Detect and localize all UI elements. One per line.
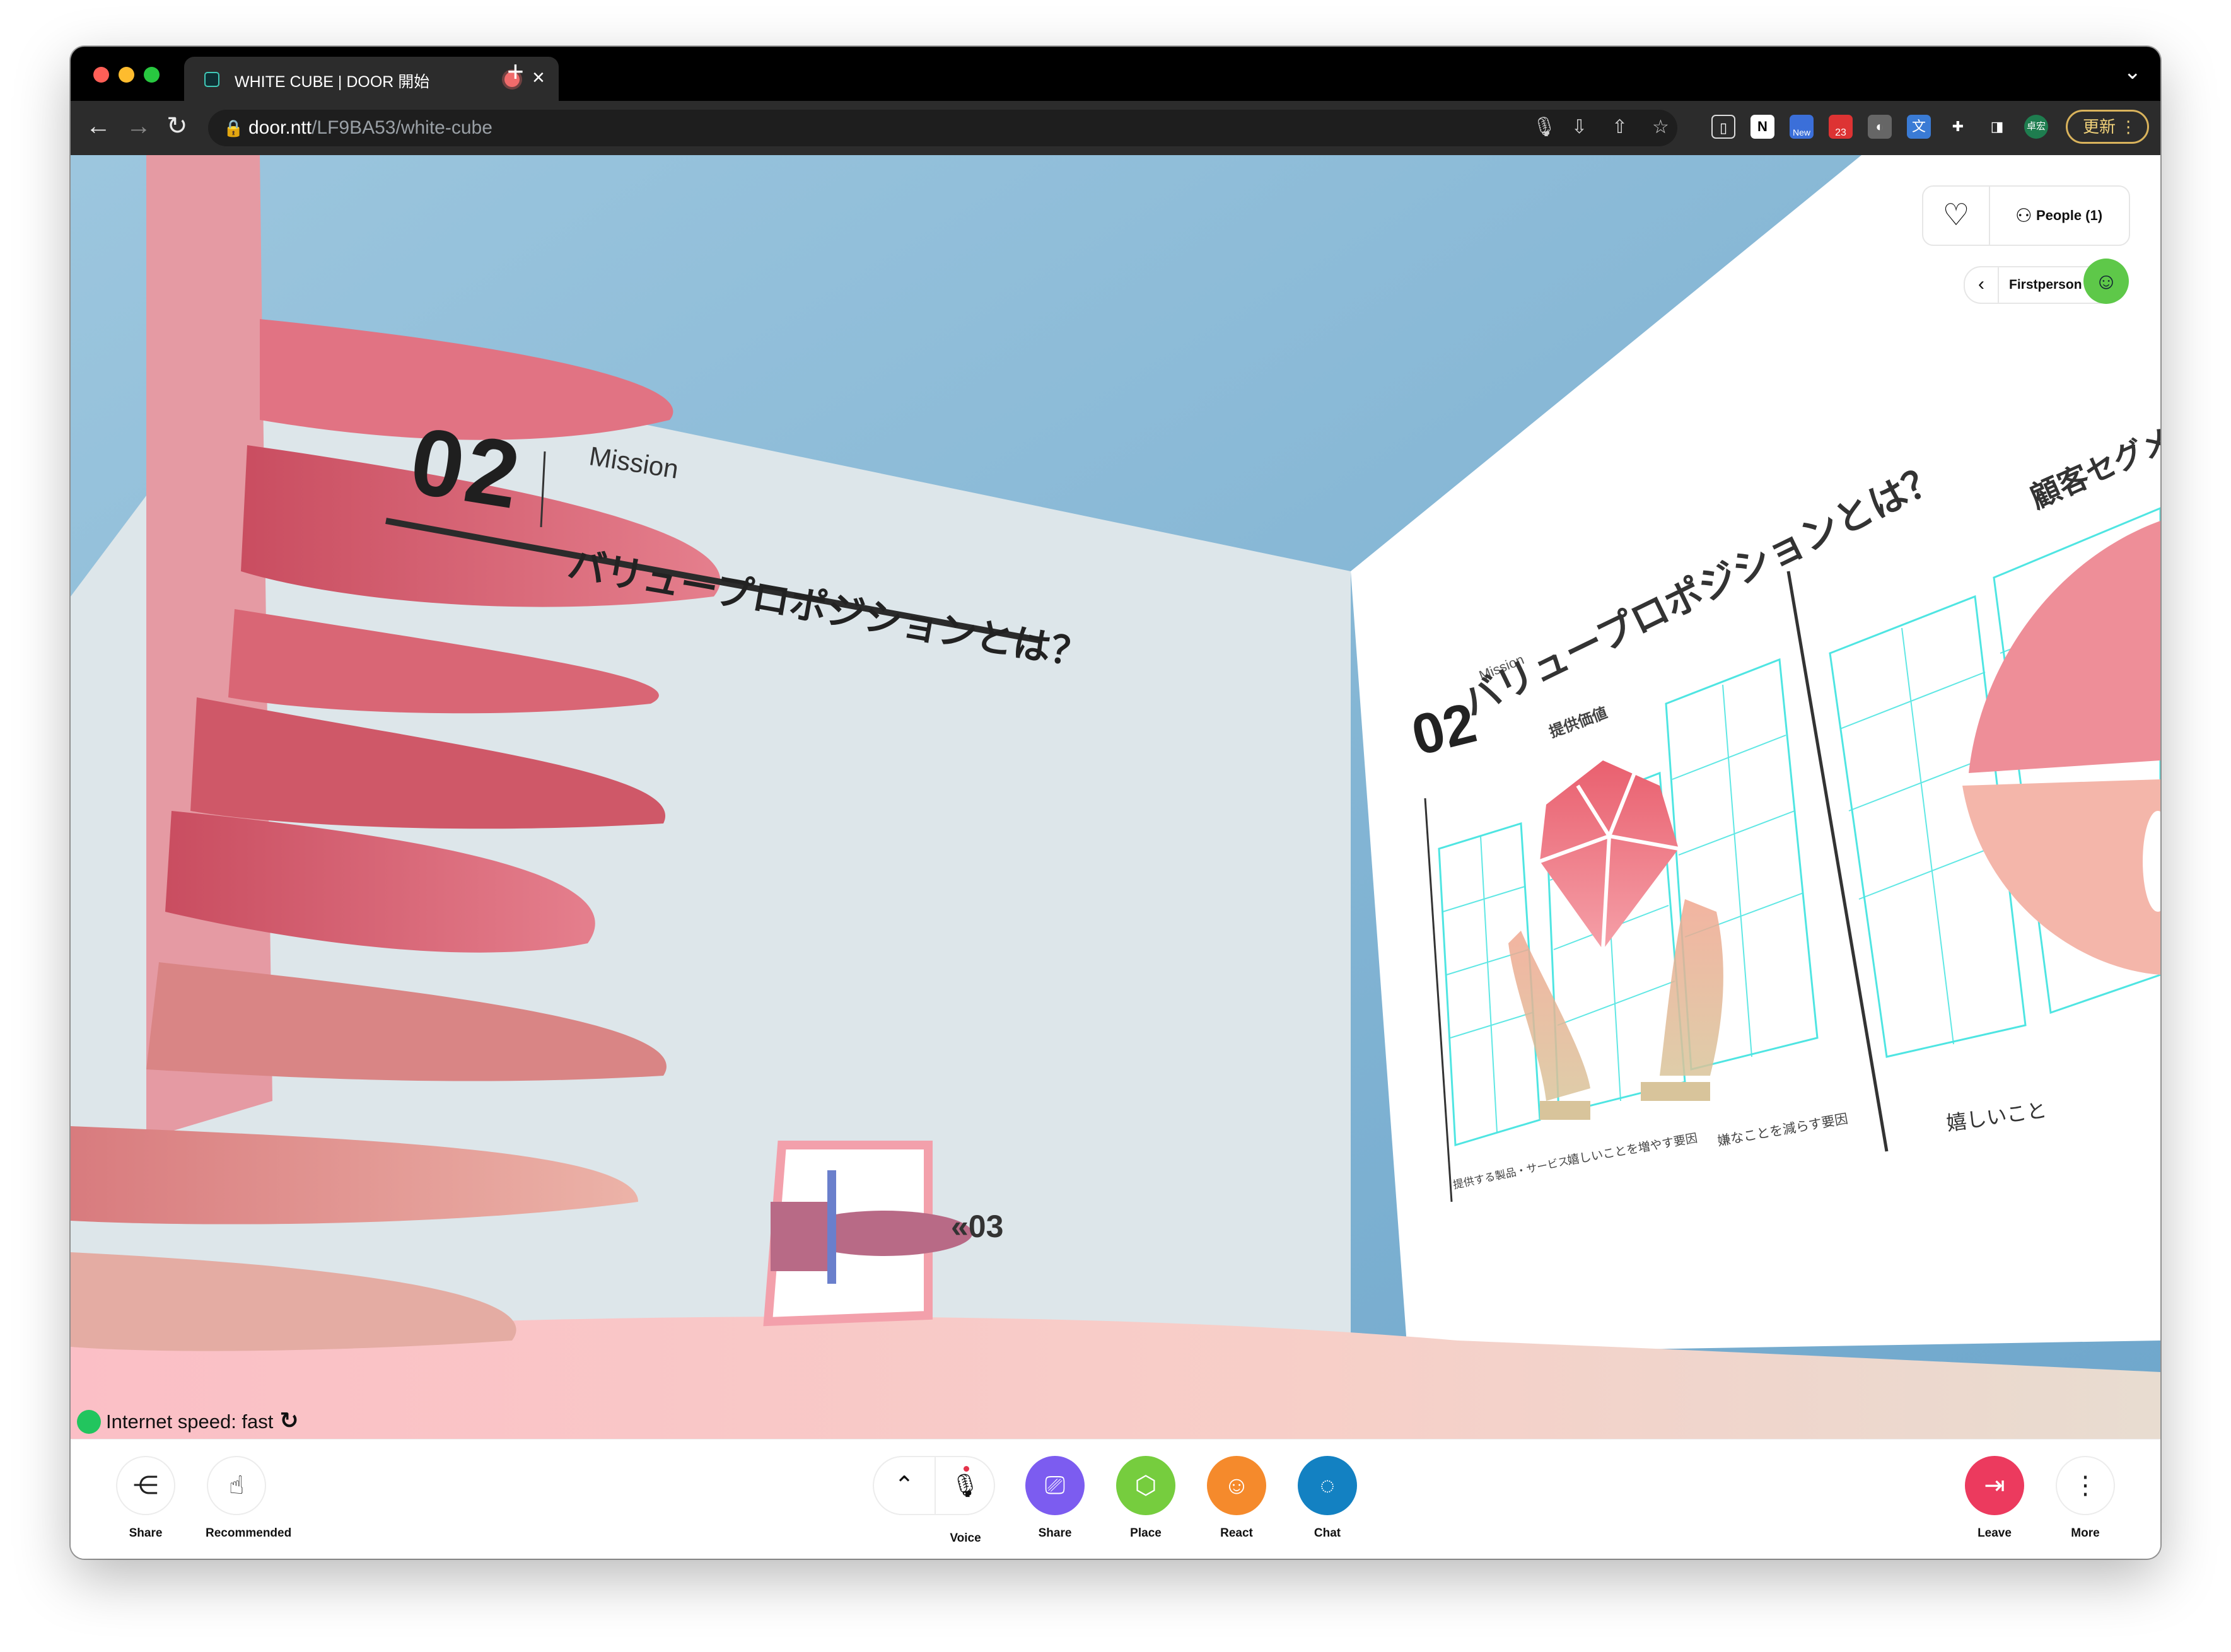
new-extension-icon[interactable]: New <box>1790 115 1814 139</box>
address-bar[interactable]: 🔒 door.ntt/LF9BA53/white-cube 🎙 ⇩ ⇧ ☆ <box>208 110 1677 146</box>
microphone-icon[interactable]: 🎙 <box>1532 116 1556 138</box>
extension-badge-icon[interactable]: ◐ <box>1868 115 1892 139</box>
place-button[interactable]: ⬡ Place <box>1115 1456 1177 1540</box>
voice-button-label: Voice <box>950 1532 981 1545</box>
tab-title: WHITE CUBE | DOOR 開始 <box>235 73 430 91</box>
portal-label[interactable]: «03 <box>951 1208 1003 1245</box>
tab-close-icon[interactable]: × <box>532 66 545 90</box>
mic-off-icon[interactable]: 🎙 <box>936 1457 995 1514</box>
react-button[interactable]: ☺ React <box>1206 1456 1267 1540</box>
chevron-left-icon[interactable]: ‹ <box>1965 267 1999 303</box>
reload-icon[interactable]: ↻ <box>166 111 188 141</box>
leave-button[interactable]: ⇥ Leave <box>1964 1456 2025 1540</box>
chat-button[interactable]: ◌ Chat <box>1296 1456 1358 1540</box>
browser-window: WHITE CUBE | DOOR 開始 × + ⌄ ← → ↻ 🔒 door.… <box>71 47 2160 1559</box>
voice-settings-chevron[interactable]: ⌃ <box>874 1457 936 1514</box>
more-button[interactable]: ⋮ More <box>2054 1456 2116 1540</box>
window-close-dot[interactable] <box>93 67 109 83</box>
share-icon: ⋲ <box>116 1456 175 1515</box>
more-vertical-icon: ⋮ <box>2056 1456 2115 1515</box>
browser-tab[interactable]: WHITE CUBE | DOOR 開始 × <box>184 57 559 101</box>
hand-pointer-icon: ☝ <box>207 1456 266 1515</box>
update-button[interactable]: 更新 ⋮ <box>2066 110 2149 144</box>
top-right-controls: ♡ ⚇ People (1) <box>1922 185 2130 246</box>
left-section-number: 02 <box>404 407 530 529</box>
people-icon: ⚇ <box>2015 206 2032 226</box>
view-mode-label: Firstperson <box>2009 277 2082 292</box>
window-minimize-dot[interactable] <box>119 67 134 83</box>
extensions-puzzle-icon[interactable]: ✚ <box>1946 115 1970 139</box>
loading-spinner-icon: ↻ <box>273 1407 299 1433</box>
window-zoom-dot[interactable] <box>144 67 160 83</box>
browser-toolbar: ← → ↻ 🔒 door.ntt/LF9BA53/white-cube 🎙 ⇩ … <box>71 101 2160 155</box>
scene-canvas <box>71 155 2160 1439</box>
gmail-extension-icon[interactable]: 23 <box>1829 115 1853 139</box>
share-page-icon[interactable]: ⇧ <box>1612 116 1628 138</box>
back-icon[interactable]: ← <box>86 111 111 141</box>
screen-share-button[interactable]: ⎚ Share <box>1024 1456 1086 1540</box>
notion-extension-icon[interactable]: N <box>1750 115 1774 139</box>
user-avatar[interactable]: ☺ <box>2083 259 2129 304</box>
bookmark-star-icon[interactable]: ☆ <box>1652 116 1669 138</box>
internet-speed-label: Internet speed: fast <box>106 1411 274 1433</box>
bottom-control-bar: ⋲ Share ☝ Recommended ⌃ 🎙 Voice ⎚ Share … <box>71 1439 2160 1559</box>
tab-bar: WHITE CUBE | DOOR 開始 × + ⌄ <box>71 47 2160 101</box>
favicon-icon <box>204 72 219 87</box>
side-panel-icon[interactable]: ◨ <box>1985 115 2009 139</box>
url-text: door.ntt/LF9BA53/white-cube <box>248 117 492 138</box>
internet-speed-indicator: Internet speed: fast ↻ <box>77 1407 299 1434</box>
tab-search-chevron-icon[interactable]: ⌄ <box>2124 59 2142 84</box>
voice-control-group: ⌃ 🎙 <box>873 1456 995 1515</box>
like-button[interactable]: ♡ <box>1923 187 1990 245</box>
exit-icon: ⇥ <box>1965 1456 2024 1515</box>
heart-icon: ♡ <box>1942 199 1970 232</box>
cube-icon: ⬡ <box>1116 1456 1175 1515</box>
profile-avatar[interactable]: 卓宏 <box>2024 115 2048 139</box>
people-label: People (1) <box>2036 207 2103 223</box>
lock-icon: 🔒 <box>223 119 244 137</box>
forward-icon[interactable]: → <box>126 111 151 141</box>
status-dot <box>77 1410 101 1434</box>
install-app-icon[interactable]: ⇩ <box>1571 116 1587 138</box>
chat-bubble-icon: ◌ <box>1298 1456 1357 1515</box>
3d-viewport[interactable]: 02 Mission バリュープロポジションとは？ 02 Mission バリュ… <box>71 155 2160 1439</box>
reading-list-icon[interactable]: ▯ <box>1711 115 1735 139</box>
share-link-button[interactable]: ⋲ Share <box>115 1456 177 1540</box>
new-tab-button[interactable]: + <box>507 57 524 86</box>
people-button[interactable]: ⚇ People (1) <box>1989 187 2129 245</box>
user-icon: ☺ <box>2094 268 2118 294</box>
translate-extension-icon[interactable]: 文 <box>1907 115 1931 139</box>
recommended-button[interactable]: ☝ Recommended <box>206 1456 291 1540</box>
smile-icon: ☺ <box>1207 1456 1266 1515</box>
screen-share-icon: ⎚ <box>1025 1456 1085 1515</box>
